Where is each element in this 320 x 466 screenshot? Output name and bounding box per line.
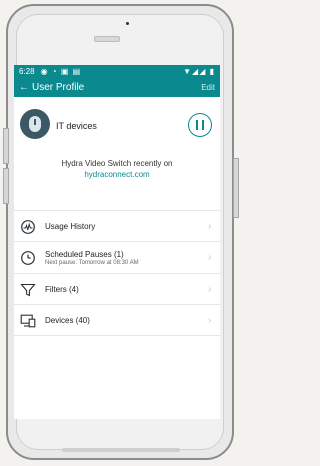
status-right-icons: ▼◢◢ ▮	[183, 66, 215, 76]
menu-item-label: Usage History	[45, 222, 96, 231]
profile-section: IT devices Hydra Video Switch recently o…	[14, 97, 220, 211]
menu-item-devices[interactable]: Devices (40) ›	[14, 305, 220, 336]
status-bar: 6:28 ◉ ◔ ▣ ▤ ▼◢◢ ▮	[14, 65, 220, 77]
status-time: 6:28	[19, 66, 35, 76]
profile-avatar	[20, 109, 50, 139]
devices-icon	[20, 314, 36, 328]
speaker-grille	[94, 36, 120, 42]
page-title: User Profile	[32, 81, 85, 93]
front-camera	[126, 22, 129, 25]
profile-menu-list: Usage History › Scheduled Pauses (1) Nex…	[14, 211, 220, 336]
volume-button	[3, 168, 9, 204]
power-button	[233, 158, 239, 218]
home-indicator	[62, 448, 180, 452]
usage-history-icon	[21, 220, 35, 234]
chevron-right-icon: ›	[208, 284, 212, 295]
recent-activity-link[interactable]: hydraconnect.com	[14, 170, 220, 179]
recent-activity-text: Hydra Video Switch recently on	[61, 159, 173, 168]
menu-item-label: Devices (40)	[45, 316, 90, 325]
pause-icon	[202, 120, 204, 130]
status-left-icons: ◉ ◔ ▣ ▤	[40, 66, 82, 76]
top-app-bar: ← User Profile Edit	[14, 77, 220, 97]
chevron-right-icon: ›	[208, 315, 212, 326]
pause-icon	[196, 120, 198, 130]
filter-icon	[20, 283, 36, 297]
chevron-right-icon: ›	[208, 252, 212, 263]
menu-item-scheduled-pauses[interactable]: Scheduled Pauses (1) Next pause: Tomorro…	[14, 242, 220, 274]
app-screen: 6:28 ◉ ◔ ▣ ▤ ▼◢◢ ▮ ← User Profile Edit I…	[14, 65, 220, 419]
menu-item-usage-history[interactable]: Usage History ›	[14, 211, 220, 242]
pause-button[interactable]	[188, 113, 212, 137]
clock-icon	[21, 251, 35, 265]
edit-button[interactable]: Edit	[201, 83, 215, 92]
menu-item-filters[interactable]: Filters (4) ›	[14, 274, 220, 305]
profile-name: IT devices	[56, 121, 97, 131]
volume-button	[3, 128, 9, 164]
menu-item-subtitle: Next pause: Tomorrow at 08:30 AM	[45, 260, 139, 266]
menu-item-label: Filters (4)	[45, 285, 79, 294]
menu-item-label: Scheduled Pauses (1)	[45, 250, 124, 259]
back-arrow-icon[interactable]: ←	[19, 82, 29, 93]
chevron-right-icon: ›	[208, 221, 212, 232]
